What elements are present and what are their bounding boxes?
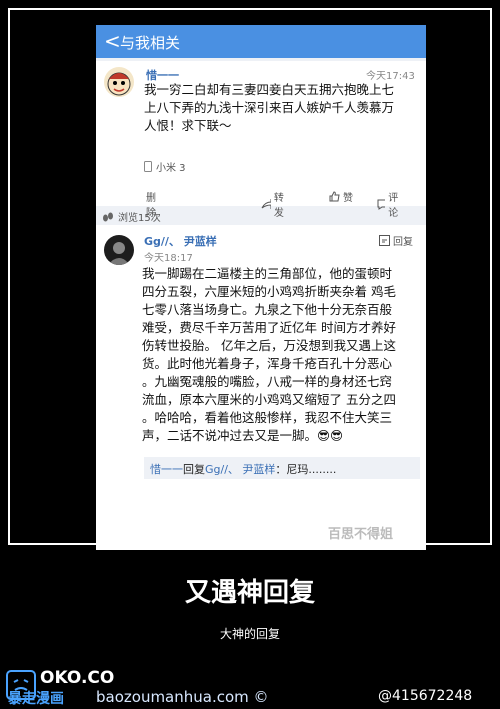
post-card: 惜一一 今天17:43 我一穷二白却有三妻四妾白天五拥六抱晚上七 上八下弄的九浅…	[96, 61, 426, 219]
user-id: @415672248	[378, 688, 473, 704]
forward-label: 转发	[273, 193, 284, 219]
device-name: 小米 3	[156, 163, 186, 174]
poster-frame: < 与我相关 惜一一 今天17:43 我一穷二白却有三妻四妾白天五拥六抱晚上七 …	[8, 8, 492, 550]
comment-line: 难受，费尽千辛万苦用了近亿年 时间方才养好	[142, 320, 396, 335]
top-nav-bar: < 与我相关	[96, 25, 426, 58]
comment-button[interactable]: 评论	[377, 189, 402, 219]
comment-author[interactable]: Gg//、 尹蓝样	[144, 233, 217, 249]
comment-card: Gg//、 尹蓝样 回复 今天18:17 我一脚踢在二逼楼主的三角部位，他的蛋顿…	[96, 225, 426, 550]
views-label: 浏览15次	[118, 213, 161, 224]
post-line: 我一穷二白却有三妻四妾白天五拥六抱晚上七	[144, 82, 395, 97]
post-line: 人恨！求下联～	[144, 118, 232, 133]
post-time: 今天17:43	[366, 71, 415, 82]
device-label: 小米 3	[144, 159, 186, 174]
comment-line: 七零八落当场身亡。九泉之下他十分无奈百般	[142, 302, 393, 317]
reply-to[interactable]: Gg//、 尹蓝样	[205, 463, 275, 476]
cartoon-face-icon	[107, 72, 131, 96]
page-title[interactable]: 与我相关	[120, 32, 180, 53]
thumbs-up-icon	[329, 191, 340, 202]
comment-text: 我一脚踢在二逼楼主的三角部位，他的蛋顿时 四分五裂，六厘米短的小鸡鸡折断夹杂着 …	[142, 265, 426, 445]
reply-from[interactable]: 惜一一	[150, 463, 183, 476]
post-text: 我一穷二白却有三妻四妾白天五拥六抱晚上七 上八下弄的九浅十深引来百人嫉妒千人羡慕…	[144, 81, 424, 135]
comment-line: 我一脚踢在二逼楼主的三角部位，他的蛋顿时	[142, 266, 393, 281]
reply-label: 回复	[393, 237, 413, 248]
like-button[interactable]: 赞	[329, 189, 353, 204]
user-photo-icon	[108, 242, 130, 265]
comment-line: 。哈哈哈，看着他这般惨样，我忍不住大笑三	[142, 410, 393, 425]
reply-text: ：尼玛........	[275, 463, 337, 476]
site-url[interactable]: baozoumanhua.com ©	[96, 688, 269, 706]
phone-screenshot: < 与我相关 惜一一 今天17:43 我一穷二白却有三妻四妾白天五拥六抱晚上七 …	[96, 25, 426, 550]
comment-bubble-icon	[377, 199, 386, 210]
comment-line: 伤转世投胎。 亿年之后，万没想到我又遇上这	[142, 338, 396, 353]
caption-subtitle: 大神的回复	[219, 627, 280, 641]
comment-line: 货。此时他光着身子，浑身千疮百孔十分恶心	[142, 356, 393, 371]
caption-title: 又遇神回复	[184, 578, 315, 608]
views-count: 浏览15次	[102, 209, 161, 224]
comment-label: 评论	[388, 193, 399, 219]
forward-button[interactable]: 转发	[261, 189, 288, 219]
avatar[interactable]	[104, 235, 134, 265]
comment-line: 声，二话不说冲过去又是一脚。😎😎	[142, 428, 344, 443]
comment-time: 今天18:17	[144, 253, 193, 264]
comment-line: 。九幽冤魂般的嘴脸，八戒一样的身材还七窍	[142, 374, 393, 389]
reply-icon	[379, 235, 390, 246]
logo-badge: OKO.CO	[40, 668, 115, 688]
nested-reply[interactable]: 惜一一回复Gg//、 尹蓝样：尼玛........	[144, 457, 420, 479]
share-arrow-icon	[261, 199, 271, 209]
logo-text: 暴走漫画	[8, 691, 64, 707]
phone-icon	[144, 161, 152, 172]
comment-line: 流血，原本六厘米的小鸡鸡又缩短了 五分之四	[142, 392, 396, 407]
reply-word: 回复	[183, 463, 205, 476]
footprints-icon	[103, 212, 113, 221]
back-chevron-icon[interactable]: <	[104, 29, 121, 53]
watermark: 百思不得姐	[328, 527, 394, 542]
post-line: 上八下弄的九浅十深引来百人嫉妒千人羡慕万	[144, 100, 395, 115]
like-label: 赞	[343, 193, 353, 204]
comment-line: 四分五裂，六厘米短的小鸡鸡折断夹杂着 鸡毛	[142, 284, 396, 299]
avatar[interactable]	[104, 67, 134, 97]
reply-button[interactable]: 回复	[379, 233, 413, 248]
